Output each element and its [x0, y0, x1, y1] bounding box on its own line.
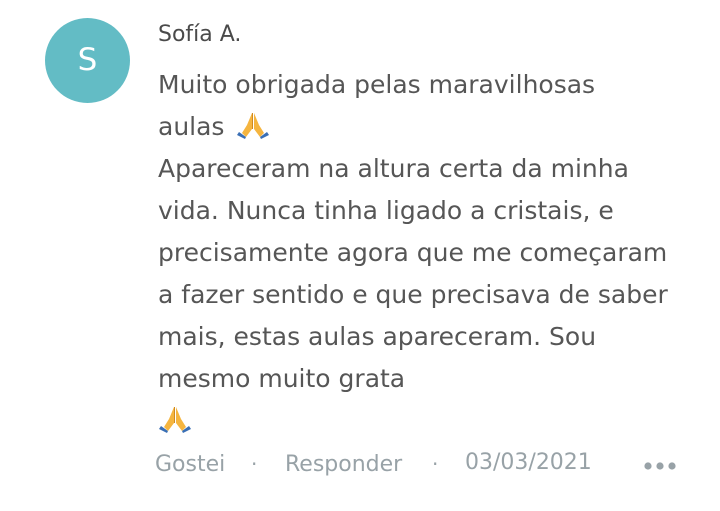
comment-paragraph-2: Apareceram na altura certa da minha vida… — [158, 148, 678, 400]
comment-date: 03/03/2021 — [465, 450, 592, 475]
comment-text-paragraph-2: Apareceram na altura certa da minha vida… — [158, 154, 668, 393]
comment-actions: Gostei · Responder · 03/03/2021 — [155, 450, 685, 488]
comment-text-line-1: Muito obrigada pelas maravilhosas — [158, 70, 596, 99]
comment-emoji-line — [158, 400, 678, 442]
separator-dot: · — [251, 452, 258, 476]
avatar[interactable]: S — [45, 18, 130, 103]
folded-hands-icon — [236, 111, 270, 139]
comment-body: Muito obrigada pelas maravilhosas aulas … — [158, 64, 678, 442]
reply-button[interactable]: Responder — [285, 452, 402, 477]
avatar-letter: S — [77, 42, 98, 78]
like-button[interactable]: Gostei — [155, 452, 225, 477]
separator-dot: · — [432, 452, 439, 476]
folded-hands-icon — [158, 405, 192, 433]
comment-text-line-2: aulas — [158, 112, 225, 141]
comment-author[interactable]: Sofía A. — [158, 22, 241, 47]
comment-paragraph-1: Muito obrigada pelas maravilhosas aulas — [158, 64, 678, 148]
more-options-icon[interactable] — [643, 454, 677, 478]
